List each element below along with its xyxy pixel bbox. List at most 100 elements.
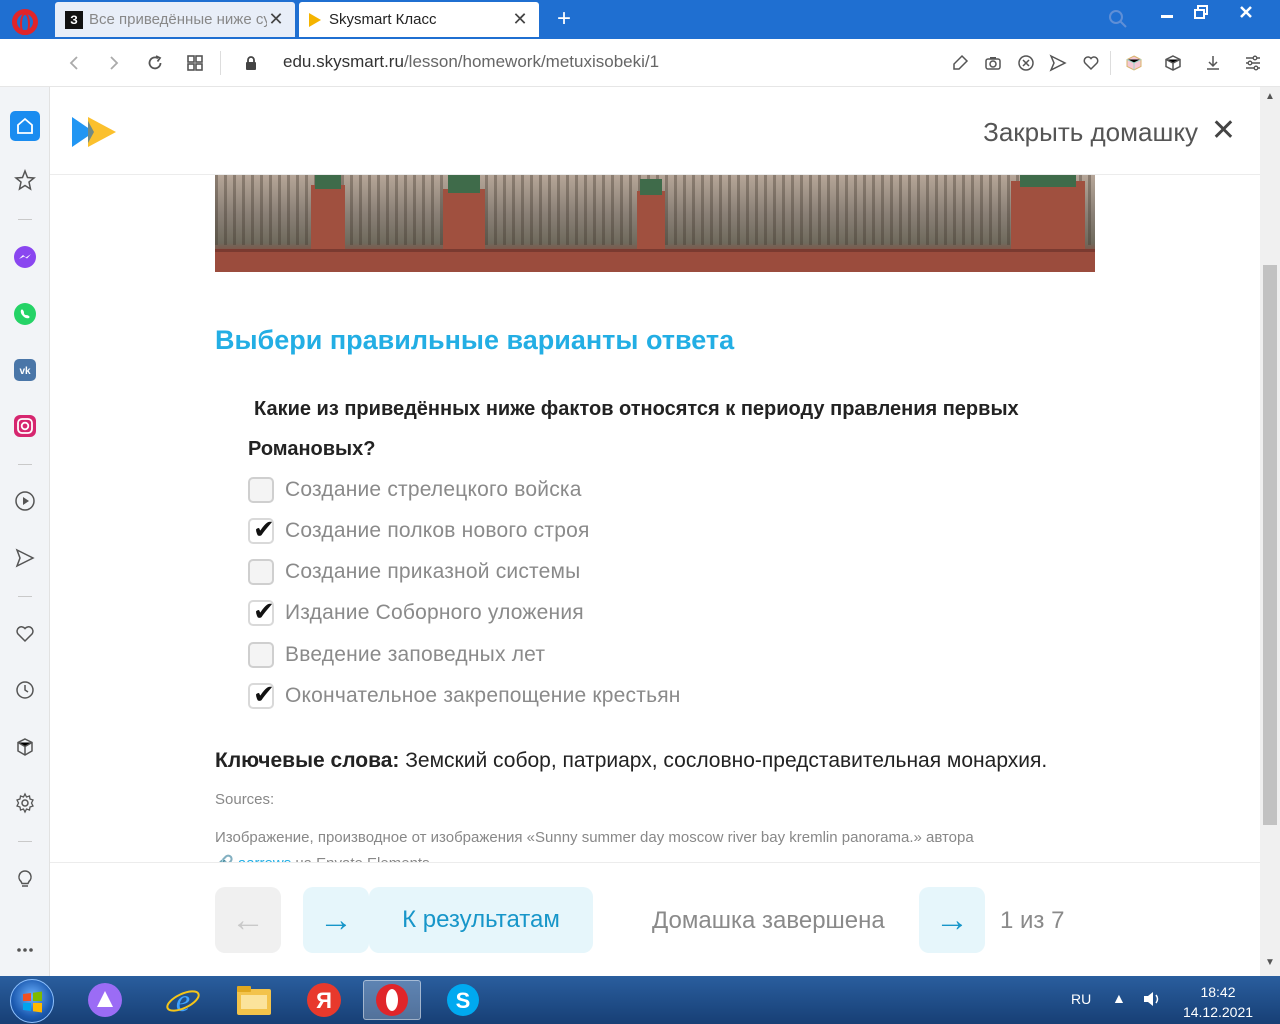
answer-option[interactable]: Введение заповедных лет bbox=[248, 641, 545, 669]
taskbar-ie-icon[interactable]: e bbox=[154, 980, 212, 1020]
taskbar-yandex-icon[interactable]: Я bbox=[295, 980, 353, 1020]
close-homework-link[interactable]: Закрыть домашку bbox=[983, 117, 1198, 148]
camera-icon[interactable] bbox=[981, 51, 1005, 75]
taskbar-skype-icon[interactable]: S bbox=[434, 980, 492, 1020]
answer-option[interactable]: Создание стрелецкого войска bbox=[248, 476, 582, 504]
browser-sidebar: vk bbox=[0, 87, 50, 976]
tab-close-icon[interactable]: ✕ bbox=[511, 9, 529, 30]
keywords-text: Ключевые слова: Земский собор, патриарх,… bbox=[215, 749, 1047, 773]
sidebar-extensions-icon[interactable] bbox=[12, 734, 38, 760]
results-button[interactable]: К результатам bbox=[369, 887, 593, 953]
sidebar-send-icon[interactable] bbox=[12, 545, 38, 571]
page-scrollbar[interactable]: ▲ ▼ bbox=[1260, 87, 1280, 976]
prev-button[interactable]: ← bbox=[215, 887, 281, 953]
window-close-button[interactable] bbox=[1220, 0, 1272, 24]
scroll-up-icon[interactable]: ▲ bbox=[1265, 91, 1275, 102]
sidebar-favorites-icon[interactable] bbox=[12, 621, 38, 647]
banner-tower-roof bbox=[640, 179, 662, 195]
sidebar-settings-icon[interactable] bbox=[12, 790, 38, 816]
page-content: Закрыть домашку ✕ Выбери правильные вари… bbox=[50, 87, 1260, 976]
close-icon bbox=[1240, 6, 1252, 18]
svg-text:S: S bbox=[456, 988, 471, 1013]
answer-option[interactable]: ✔ Издание Соборного уложения bbox=[248, 596, 584, 627]
url-path: /lesson/homework/metuxisobeki/1 bbox=[403, 52, 660, 71]
question-text: Какие из приведённых ниже фактов относят… bbox=[248, 398, 1019, 460]
checkbox-unchecked[interactable] bbox=[248, 477, 274, 503]
checkbox-checked[interactable]: ✔ bbox=[248, 596, 275, 626]
address-bar: edu.skysmart.ru/lesson/homework/metuxiso… bbox=[0, 39, 1280, 87]
url-host: edu.skysmart.ru bbox=[283, 52, 404, 71]
forward-icon[interactable] bbox=[102, 51, 126, 75]
heart-icon[interactable] bbox=[1079, 51, 1103, 75]
tab-title: Skysmart Класс bbox=[329, 11, 437, 28]
sidebar-divider bbox=[18, 464, 32, 465]
taskbar-opera-icon[interactable] bbox=[363, 980, 421, 1020]
tab-other[interactable]: З Все приведённые ниже су ✕ bbox=[55, 2, 295, 37]
sidebar-bookmarks-icon[interactable] bbox=[12, 167, 38, 193]
next-task-button[interactable]: → bbox=[919, 887, 985, 953]
extensions-icon[interactable] bbox=[1161, 51, 1185, 75]
windows-taskbar: e Я S RU ▲ 18:42 14.12.2021 bbox=[0, 976, 1280, 1024]
close-icon[interactable]: ✕ bbox=[1211, 113, 1236, 148]
page-counter: 1 из 7 bbox=[1000, 907, 1065, 934]
sidebar-history-icon[interactable] bbox=[12, 677, 38, 703]
sidebar-player-icon[interactable] bbox=[12, 488, 38, 514]
reload-icon[interactable] bbox=[143, 51, 167, 75]
scroll-down-icon[interactable]: ▼ bbox=[1265, 957, 1275, 968]
taskbar-explorer-icon[interactable] bbox=[225, 980, 283, 1020]
homework-done-status: Домашка завершена bbox=[652, 907, 885, 934]
sidebar-tips-icon[interactable] bbox=[12, 866, 38, 892]
keywords-value: Земский собор, патриарх, сословно-предст… bbox=[399, 749, 1048, 772]
window-minimize-button[interactable] bbox=[1150, 0, 1184, 24]
checkbox-unchecked[interactable] bbox=[248, 559, 274, 585]
window-restore-button[interactable] bbox=[1184, 0, 1218, 24]
answer-option[interactable]: Создание приказной системы bbox=[248, 558, 580, 586]
clock[interactable]: 18:42 14.12.2021 bbox=[1180, 982, 1256, 1022]
tab-close-icon[interactable]: ✕ bbox=[267, 9, 285, 30]
sidebar-whatsapp-icon[interactable] bbox=[12, 301, 38, 327]
next-button[interactable]: → bbox=[303, 887, 369, 953]
homework-footer-nav: ← → К результатам Домашка завершена → 1 … bbox=[50, 862, 1260, 976]
keywords-label: Ключевые слова: bbox=[215, 749, 400, 772]
minimize-icon bbox=[1161, 15, 1173, 18]
tab-search-icon[interactable] bbox=[1108, 9, 1128, 29]
checkbox-unchecked[interactable] bbox=[248, 642, 274, 668]
keyboard-language[interactable]: RU bbox=[1071, 991, 1091, 1007]
sidebar-instagram-icon[interactable] bbox=[12, 413, 38, 439]
snapshot-edit-icon[interactable] bbox=[948, 51, 972, 75]
volume-icon[interactable] bbox=[1142, 990, 1162, 1011]
lock-icon[interactable] bbox=[245, 56, 257, 70]
sidebar-more-icon[interactable] bbox=[12, 937, 38, 963]
sidebar-messenger-icon[interactable] bbox=[12, 244, 38, 270]
sidebar-home-icon[interactable] bbox=[10, 111, 40, 141]
adblock-icon[interactable] bbox=[1014, 51, 1038, 75]
banner-tower bbox=[1011, 181, 1085, 255]
speed-dial-icon[interactable] bbox=[183, 51, 207, 75]
start-button[interactable] bbox=[10, 979, 54, 1023]
banner-tower bbox=[311, 185, 345, 255]
banner-tower bbox=[637, 191, 665, 255]
arrow-right-icon: → bbox=[935, 900, 969, 939]
checkbox-checked[interactable]: ✔ bbox=[248, 679, 275, 709]
answer-option[interactable]: ✔ Создание полков нового строя bbox=[248, 514, 590, 545]
back-icon[interactable] bbox=[62, 51, 86, 75]
answer-option[interactable]: ✔ Окончательное закрепощение крестьян bbox=[248, 679, 681, 710]
url-field[interactable]: edu.skysmart.ru/lesson/homework/metuxiso… bbox=[283, 52, 659, 72]
easy-setup-icon[interactable] bbox=[1241, 51, 1265, 75]
checkbox-checked[interactable]: ✔ bbox=[248, 514, 275, 544]
banner-tower-roof bbox=[1020, 175, 1076, 187]
download-icon[interactable] bbox=[1201, 51, 1225, 75]
taskbar-alice-icon[interactable] bbox=[76, 980, 134, 1020]
tab-skysmart[interactable]: Skysmart Класс ✕ bbox=[299, 2, 539, 37]
sidebar-vk-icon[interactable]: vk bbox=[12, 357, 38, 383]
browser-tab-bar: З Все приведённые ниже су ✕ Skysmart Кла… bbox=[0, 0, 1280, 39]
new-tab-button[interactable]: + bbox=[550, 4, 578, 34]
skysmart-logo-icon[interactable] bbox=[70, 115, 118, 149]
extension-cube-icon[interactable] bbox=[1122, 51, 1146, 75]
toolbar-divider bbox=[1110, 51, 1111, 75]
opera-menu-icon[interactable] bbox=[12, 9, 38, 35]
svg-text:vk: vk bbox=[19, 366, 31, 377]
scrollbar-thumb[interactable] bbox=[1263, 265, 1277, 825]
tray-expand-icon[interactable]: ▲ bbox=[1112, 990, 1126, 1006]
send-icon[interactable] bbox=[1046, 51, 1070, 75]
